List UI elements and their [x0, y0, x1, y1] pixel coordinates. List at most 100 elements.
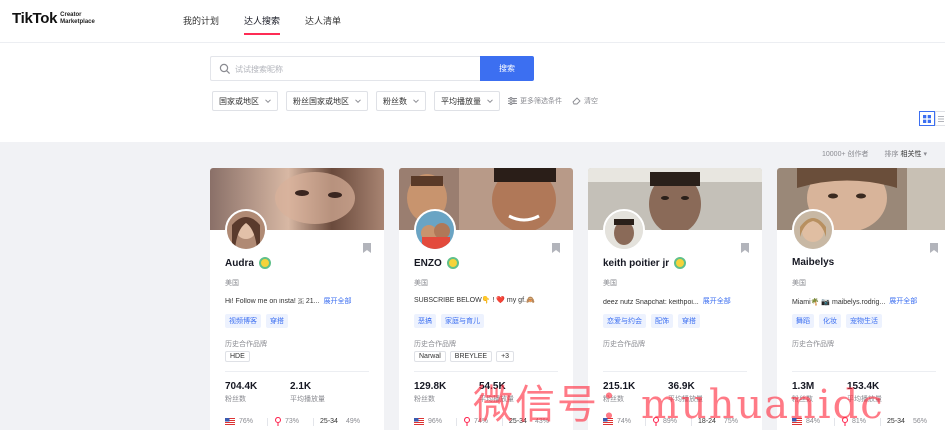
category-tag: 视频博客 — [225, 314, 261, 328]
category-tag: 家庭与育儿 — [441, 314, 484, 328]
verified-badge-icon — [258, 257, 271, 269]
more-filters-label: 更多筛选条件 — [520, 98, 562, 105]
grid-icon — [923, 114, 931, 123]
sort-value: 相关性 — [900, 151, 922, 158]
creator-card[interactable]: Audra 美国 Hi! Follow me on insta! 🇸 21...… — [210, 168, 384, 430]
nav-my-plans[interactable]: 我的计划 — [183, 14, 219, 35]
separator — [456, 417, 458, 426]
grid-view-button[interactable] — [919, 111, 935, 126]
sort-dropdown[interactable]: 排序 相关性 ▾ — [885, 149, 927, 159]
bio-text: deez nutz Snapchat: keithpoi... — [603, 299, 699, 306]
age-range: 25-34 — [320, 418, 338, 425]
creator-bio: SUBSCRIBE BELOW👇 ! ❤️ my gf.🙈 — [414, 296, 564, 304]
chevron-down-icon — [265, 99, 271, 104]
bio-text: Miami🌴 📷 maibelys.rodrig... — [792, 299, 886, 306]
results-count: 10000+ 创作者 — [822, 151, 869, 158]
search-button[interactable]: 搜索 — [480, 56, 534, 81]
followers-label: 粉丝数 — [414, 396, 435, 403]
creator-country: 美国 — [225, 280, 239, 287]
list-icon — [937, 115, 944, 122]
female-icon — [463, 417, 471, 426]
verified-badge-icon — [674, 257, 687, 269]
top-navbar: TikTok Creator Marketplace 我的计划 达人搜索 达人清… — [0, 0, 945, 43]
filter-follower-country[interactable]: 粉丝国家或地区 — [286, 91, 368, 111]
creator-bio: Miami🌴 📷 maibelys.rodrig... 展开全部 — [792, 296, 942, 306]
followers-label: 粉丝数 — [225, 396, 246, 403]
creator-name: keith poitier jr — [603, 257, 687, 269]
tiktok-creator-marketplace-logo[interactable]: TikTok Creator Marketplace — [12, 10, 95, 27]
audience-stats: 76% 73% 25-34 49% — [225, 417, 360, 426]
brands-label: 历史合作品牌 — [414, 341, 456, 348]
bookmark-icon[interactable] — [740, 242, 750, 254]
expand-bio-link[interactable]: 展开全部 — [889, 298, 917, 305]
clear-filters-label: 清空 — [584, 98, 598, 105]
creator-name-text: keith poitier jr — [603, 257, 670, 269]
filter-bar: 国家或地区 粉丝国家或地区 粉丝数 平均播放量 更多筛选条件 清空 — [212, 91, 608, 111]
expand-bio-link[interactable]: 展开全部 — [324, 298, 352, 305]
female-icon — [274, 417, 282, 426]
sort-label: 排序 — [884, 151, 899, 158]
avg-views-stat: 2.1K 平均播放量 — [290, 381, 325, 404]
separator — [313, 417, 315, 426]
brands-label: 历史合作品牌 — [792, 341, 834, 348]
results-meta: 10000+ 创作者 排序 相关性 ▾ — [822, 149, 927, 159]
caret-down-icon: ▾ — [923, 151, 927, 158]
search-input[interactable] — [235, 60, 475, 78]
country-percent: 76% — [239, 418, 254, 425]
expand-bio-link[interactable]: 展开全部 — [703, 298, 731, 305]
bookmark-icon[interactable] — [362, 242, 372, 254]
avatar — [792, 209, 834, 251]
creator-name-text: Maibelys — [792, 257, 835, 268]
filter-avg-views[interactable]: 平均播放量 — [434, 91, 500, 111]
bookmark-icon[interactable] — [551, 242, 561, 254]
avg-views-label: 平均播放量 — [290, 396, 325, 403]
divider — [225, 371, 369, 372]
category-tag: 舞蹈 — [792, 314, 814, 328]
creator-bio: deez nutz Snapchat: keithpoi... 展开全部 — [603, 296, 753, 306]
list-view-button[interactable] — [935, 111, 945, 126]
category-tag: 化妆 — [819, 314, 841, 328]
separator — [267, 417, 269, 426]
gender-percent: 73% — [285, 418, 300, 425]
search-icon — [219, 63, 231, 75]
category-tag: 宠物生活 — [846, 314, 882, 328]
creator-name: Maibelys — [792, 257, 834, 268]
logo-subtitle: Creator Marketplace — [60, 12, 95, 25]
creator-name: Audra — [225, 257, 271, 269]
search-box — [210, 56, 480, 81]
country-percent: 96% — [428, 418, 443, 425]
clear-filters-link[interactable]: 清空 — [572, 96, 598, 106]
logo-subtitle-line1: Creator — [60, 12, 82, 18]
bio-text: SUBSCRIBE BELOW👇 ! ❤️ my gf.🙈 — [414, 297, 535, 304]
filter-avg-views-label: 平均播放量 — [441, 96, 481, 106]
brand-chip: Narwal — [414, 351, 446, 362]
creator-name: ENZO — [414, 257, 459, 269]
age-percent: 56% — [912, 418, 927, 425]
us-flag-icon — [225, 418, 235, 425]
creator-name-text: Audra — [225, 257, 254, 269]
chevron-down-icon — [487, 99, 493, 104]
creator-country: 美国 — [414, 280, 428, 287]
category-tag: 配饰 — [651, 314, 673, 328]
nav-creator-list[interactable]: 达人清单 — [305, 14, 341, 35]
brands-label: 历史合作品牌 — [225, 341, 267, 348]
watermark-text: 微信号：muhuanidc — [473, 382, 885, 428]
creator-country: 美国 — [603, 280, 617, 287]
followers-value: 704.4K — [225, 381, 258, 392]
avatar — [225, 209, 267, 251]
filter-follower-country-label: 粉丝国家或地区 — [293, 96, 349, 106]
category-tag: 恶搞 — [414, 314, 436, 328]
category-tags: 恶搞 家庭与育儿 — [414, 314, 489, 328]
brand-list: HDE — [225, 351, 254, 362]
brand-chip: HDE — [225, 351, 250, 362]
nav-creator-search[interactable]: 达人搜索 — [244, 14, 281, 35]
logo-subtitle-line2: Marketplace — [60, 18, 95, 25]
more-filters-link[interactable]: 更多筛选条件 — [508, 96, 562, 106]
age-percent: 49% — [345, 418, 360, 425]
followers-stat: 129.8K 粉丝数 — [414, 381, 446, 404]
filter-country[interactable]: 国家或地区 — [212, 91, 278, 111]
filter-followers[interactable]: 粉丝数 — [376, 91, 426, 111]
more-brands-chip[interactable]: +3 — [496, 351, 515, 362]
bookmark-icon[interactable] — [929, 242, 939, 254]
us-flag-icon — [414, 418, 424, 425]
